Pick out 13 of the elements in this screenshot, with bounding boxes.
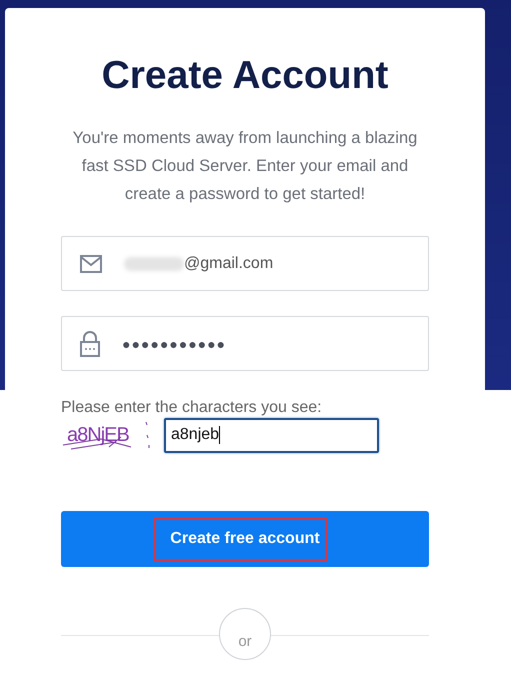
lock-icon (80, 330, 100, 356)
captcha-image: a8NjEB (61, 417, 156, 453)
email-value: @gmail.com (184, 254, 274, 272)
intro-text: You're moments away from launching a blazing fast SSD Cloud Server. Enter your email and create a password to get started! (72, 128, 418, 205)
password-field[interactable]: ●●●●●●●●●●● (61, 316, 429, 371)
captcha-field[interactable]: a8njeb (164, 418, 379, 452)
create-account-button[interactable]: Create free account (61, 511, 429, 567)
captcha-label: Please enter the characters you see: (61, 399, 322, 417)
page-title: Create Account (102, 53, 388, 99)
captcha-value: a8njeb (171, 426, 220, 444)
password-value: ●●●●●●●●●●● (122, 336, 226, 352)
envelope-icon (80, 254, 102, 272)
email-field[interactable]: @gmail.com (61, 236, 429, 291)
